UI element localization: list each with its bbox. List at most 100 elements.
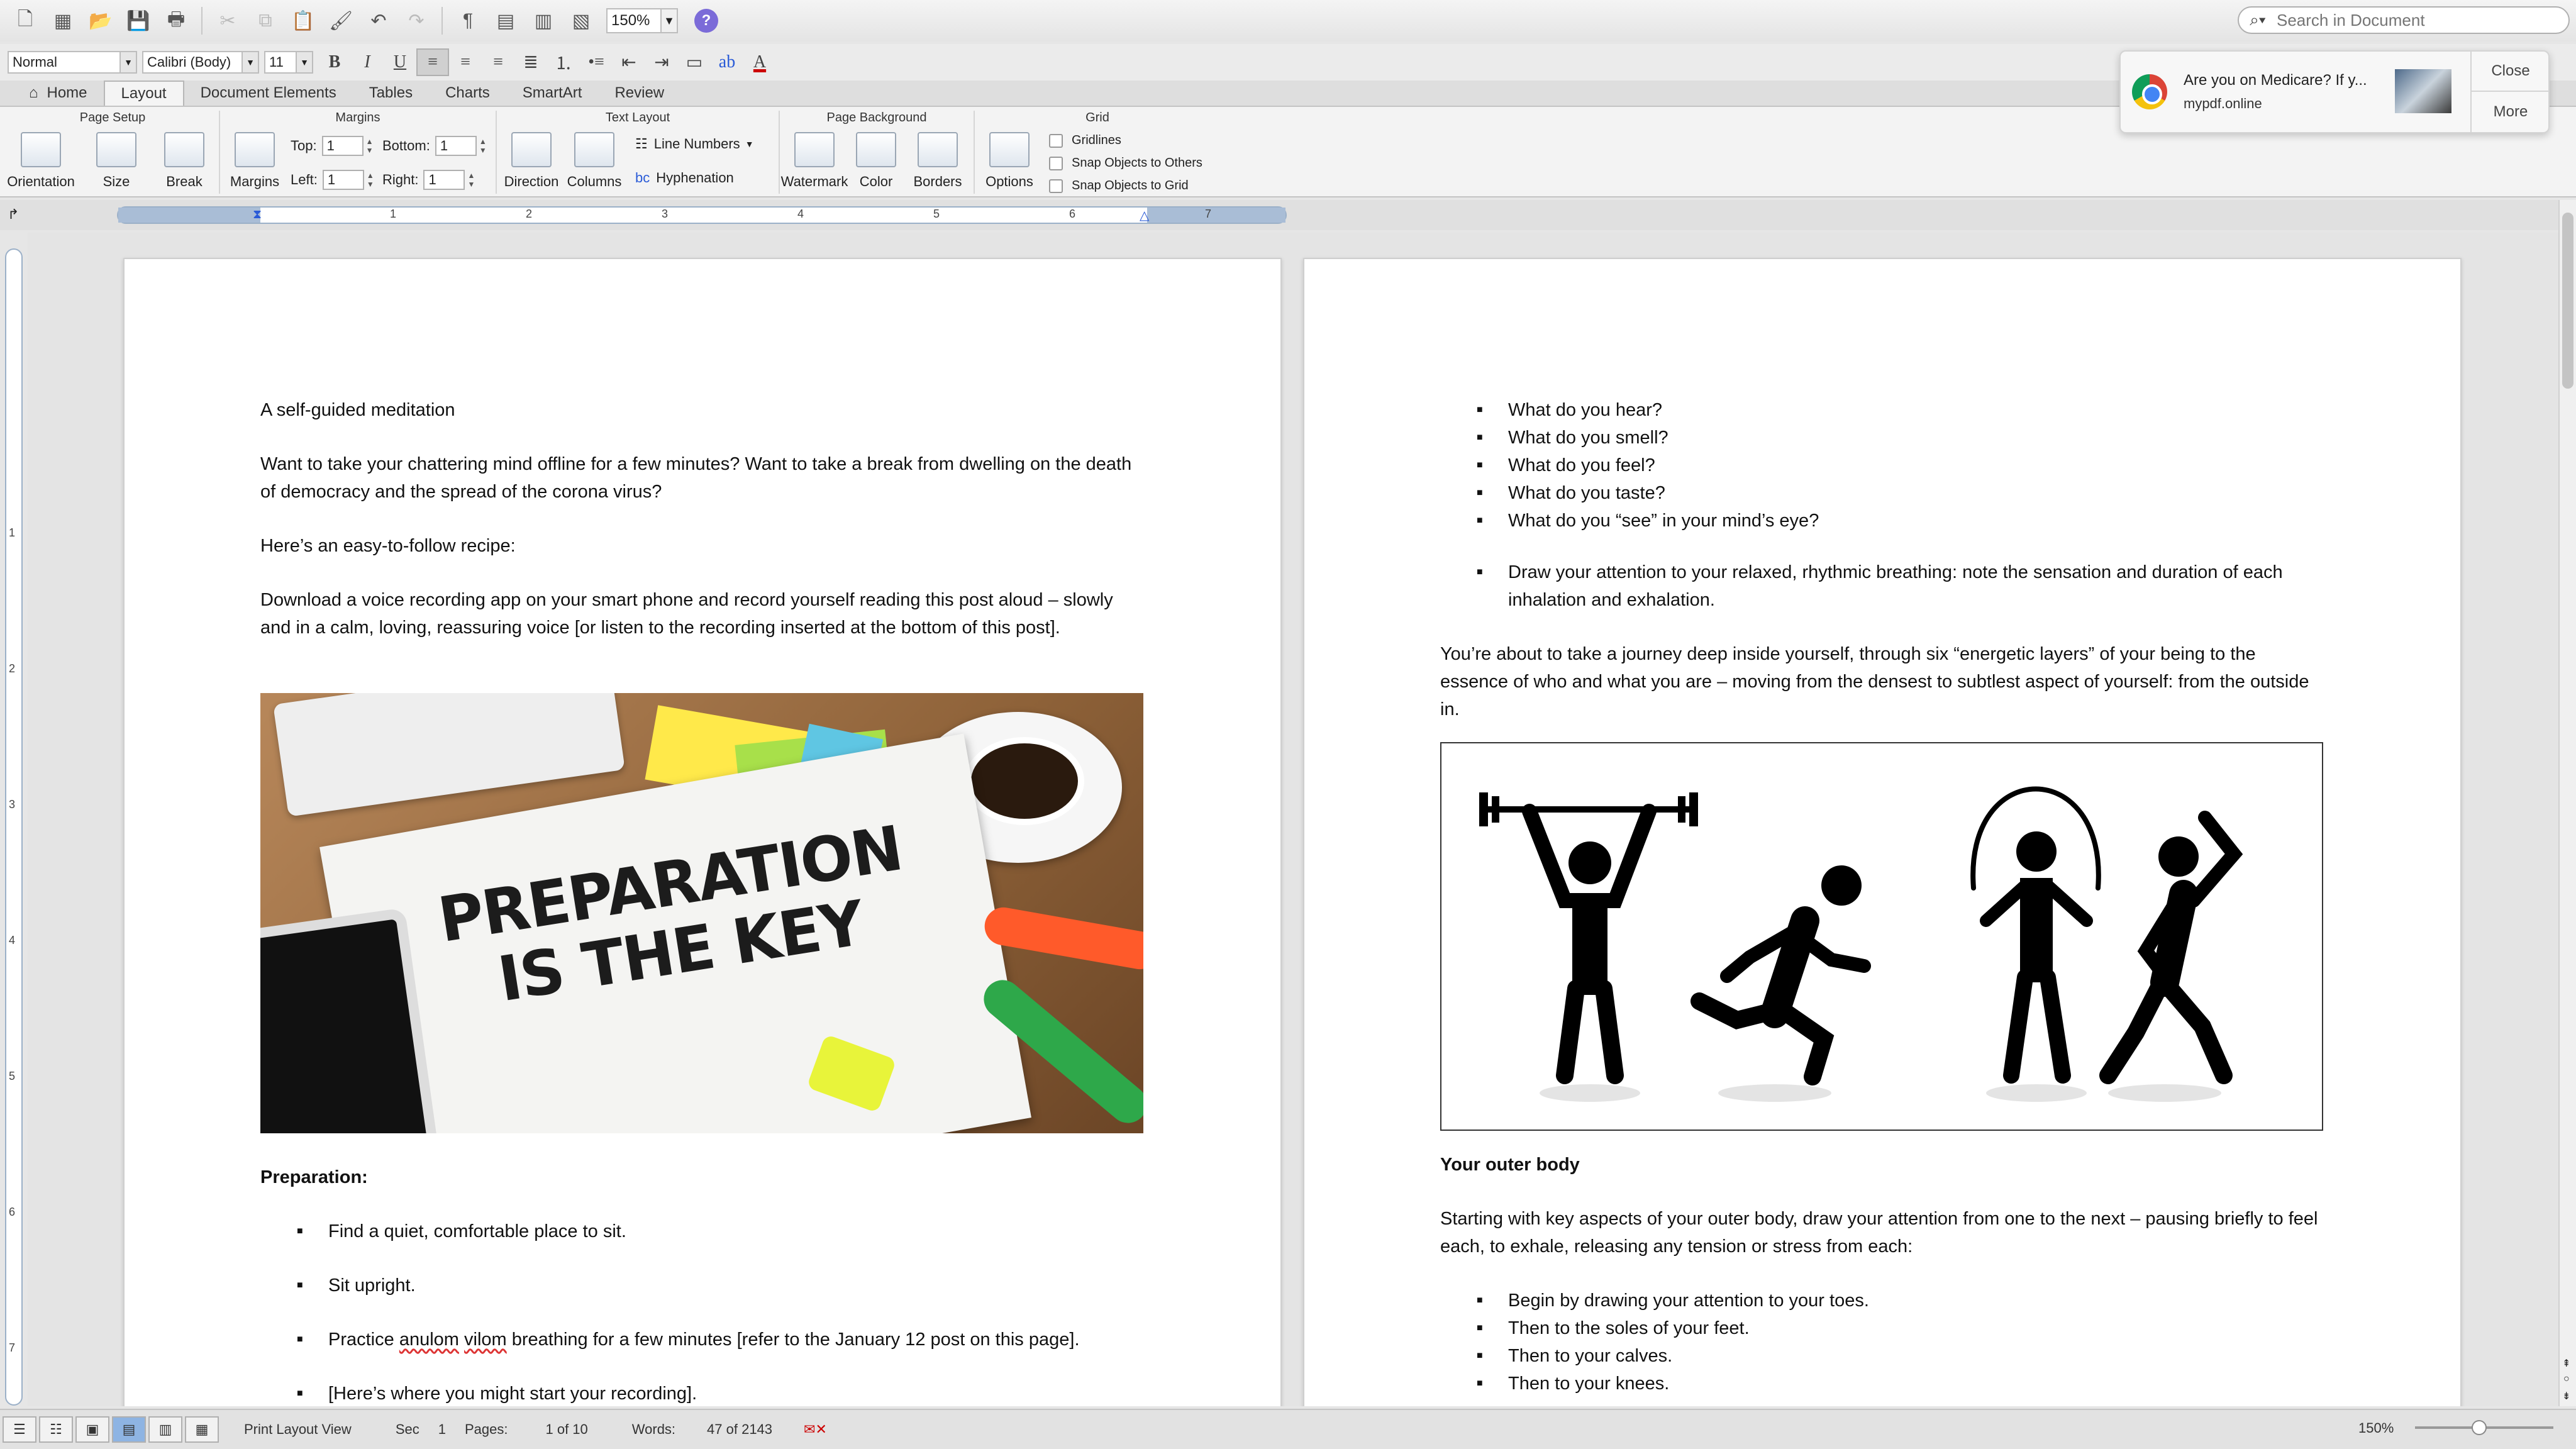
zoom-slider[interactable] [2415,1420,2553,1435]
vertical-ruler[interactable]: 1 2 3 4 5 6 7 [5,248,23,1406]
document-title[interactable]: A self-guided meditation [260,396,1147,424]
checkbox-box[interactable] [1049,133,1063,148]
list-item[interactable]: [Here’s where you might start your recor… [260,1380,1147,1406]
increase-indent-button[interactable]: ⇥ [645,48,678,76]
direction-button[interactable]: Direction [497,132,566,190]
tab-layout[interactable]: Layout [103,80,184,106]
list-item[interactable]: Practice anulom vilom breathing for a fe… [260,1326,1147,1353]
sidebar-icon[interactable]: ▥ [530,7,557,35]
publishing-view-button[interactable]: ▣ [75,1416,109,1443]
page-1-text-top[interactable]: A self-guided meditation Want to take yo… [260,396,1147,668]
list-item[interactable]: Find a quiet, comfortable place to sit. [260,1218,1147,1245]
print-layout-view-button[interactable]: ▤ [112,1416,146,1443]
break-button[interactable]: Break [150,132,219,190]
misspelled-word[interactable]: anulom [399,1330,459,1350]
tab-charts[interactable]: Charts [429,80,506,106]
draft-view-button[interactable]: ☰ [3,1416,36,1443]
preparation-heading[interactable]: Preparation: [260,1163,1147,1191]
tab-review[interactable]: Review [598,80,680,106]
stepper-icon[interactable]: ▲ ▼ [364,136,376,156]
snap-others-checkbox[interactable]: Snap Objects to Others [1049,156,1202,170]
notebook-view-button[interactable]: ▥ [148,1416,182,1443]
underline-button[interactable]: U [384,48,416,76]
redo-icon[interactable]: ↷ [402,7,430,35]
top-margin-input[interactable]: 1 [321,136,364,156]
page-2-text-bottom[interactable]: Your outer body Starting with key aspect… [1440,1151,2327,1397]
align-right-button[interactable]: ≡ [482,48,514,76]
list-item[interactable]: Draw your attention to your relaxed, rhy… [1440,558,2327,614]
notification-more-button[interactable]: More [2470,92,2550,132]
list-item[interactable]: Begin by drawing your attention to your … [1440,1287,2327,1314]
save-icon[interactable]: 💾 [125,7,152,35]
scrollbar-thumb[interactable] [2562,213,2573,389]
checkbox-box[interactable] [1049,179,1063,193]
zoom-slider-knob[interactable] [2472,1420,2487,1435]
page-1-text-bottom[interactable]: Preparation: Find a quiet, comfortable p… [260,1163,1147,1406]
font-size-dropdown[interactable]: 11 ▼ [264,51,313,74]
open-folder-icon[interactable]: 📂 [87,7,114,35]
style-dropdown[interactable]: Normal ▼ [8,51,137,74]
highlight-button[interactable]: ab [711,48,743,76]
bold-button[interactable]: B [318,48,351,76]
browser-notification[interactable]: Are you on Medicare? If y... mypdf.onlin… [2119,50,2550,133]
outer-body-paragraph[interactable]: Starting with key aspects of your outer … [1440,1205,2327,1260]
indent-marker-icon[interactable]: ⧗ [253,208,262,222]
paste-icon[interactable]: 📋 [289,7,317,35]
search-input[interactable] [2277,10,2553,30]
outer-body-heading[interactable]: Your outer body [1440,1151,2327,1179]
tab-document-elements[interactable]: Document Elements [184,80,353,106]
browse-object-icon[interactable]: ○ [2563,1374,2570,1385]
list-item[interactable]: What do you feel? [1440,452,2327,479]
new-document-icon[interactable]: 🗋 [11,7,39,35]
tab-smartart[interactable]: SmartArt [506,80,599,106]
grid-options-button[interactable]: Options [975,132,1044,190]
bullet-list-button[interactable]: •≡ [580,48,613,76]
vertical-scrollbar[interactable]: ⇞ ○ ⇟ [2558,200,2576,1406]
list-item[interactable]: Then to the soles of your feet. [1440,1314,2327,1342]
format-painter-icon[interactable]: 🖌 [327,7,355,35]
stepper-icon[interactable]: ▲ ▼ [364,170,377,190]
justify-button[interactable]: ≣ [514,48,547,76]
tab-tables[interactable]: Tables [353,80,429,106]
list-item[interactable]: Then to your calves. [1440,1342,2327,1370]
media-browser-icon[interactable]: ▧ [567,7,595,35]
stepper-icon[interactable]: ▲ ▼ [465,170,477,190]
show-formatting-icon[interactable]: ¶ [454,7,482,35]
previous-page-icon[interactable]: ⇞ [2562,1357,2570,1370]
tab-home[interactable]: ⌂ Home [13,80,104,106]
view-icon[interactable]: ▤ [492,7,519,35]
cut-icon[interactable]: ✂ [214,7,242,35]
download-paragraph[interactable]: Download a voice recording app on your s… [260,586,1147,641]
snap-grid-checkbox[interactable]: Snap Objects to Grid [1049,179,1189,193]
list-item[interactable]: What do you taste? [1440,479,2327,507]
list-item[interactable]: What do you hear? [1440,396,2327,424]
size-button[interactable]: Size [82,132,151,190]
outline-view-button[interactable]: ☷ [39,1416,73,1443]
zoom-dropdown-icon[interactable]: ▼ [662,8,678,33]
next-page-icon[interactable]: ⇟ [2562,1390,2570,1402]
recipe-paragraph[interactable]: Here’s an easy-to-follow recipe: [260,532,1147,560]
borders-ribbon-button[interactable]: Borders [903,132,972,190]
intro-paragraph[interactable]: Want to take your chattering mind offlin… [260,450,1147,506]
font-color-button[interactable]: A [743,48,776,76]
tab-stop-selector-icon[interactable]: ↱ [8,206,19,223]
help-icon[interactable]: ? [694,9,718,33]
align-center-button[interactable]: ≡ [449,48,482,76]
right-margin-input[interactable]: 1 [423,170,465,190]
bottom-margin-input[interactable]: 1 [435,136,477,156]
line-numbers-button[interactable]: ☷ Line Numbers ▼ [635,136,754,152]
font-dropdown[interactable]: Calibri (Body) ▼ [142,51,259,74]
list-item[interactable]: What do you smell? [1440,424,2327,452]
checkbox-box[interactable] [1049,156,1063,170]
list-item[interactable]: What do you “see” in your mind’s eye? [1440,507,2327,535]
preparation-image[interactable]: PREPARATION IS THE KEY [260,693,1143,1133]
page-2[interactable]: What do you hear? What do you smell? Wha… [1303,258,2462,1406]
focus-view-button[interactable]: ▦ [185,1416,219,1443]
spelling-error-icon[interactable]: ✉✕ [804,1421,827,1438]
borders-button[interactable]: ▭ [678,48,711,76]
hyphenation-button[interactable]: bc Hyphenation [635,170,734,186]
undo-icon[interactable]: ↶ [365,7,392,35]
copy-icon[interactable]: ⧉ [252,7,279,35]
zoom-field[interactable]: 150% [606,8,662,33]
horizontal-ruler[interactable]: 1 2 3 4 5 6 7 ⧗ △ [117,206,1287,224]
